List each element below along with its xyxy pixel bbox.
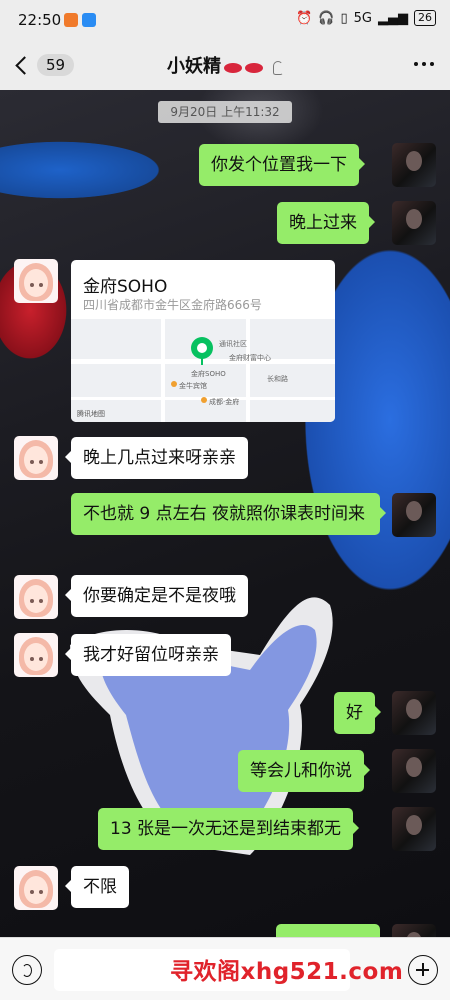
self-avatar[interactable]	[392, 749, 436, 793]
message-bubble-self[interactable]: 不也就 9 点左右 夜就照你课表时间来	[71, 493, 386, 535]
message-timestamp: 9月20日 上午11:32	[158, 101, 292, 123]
chat-header: 59 小妖精	[0, 40, 450, 90]
contact-avatar[interactable]	[14, 259, 58, 303]
message-bubble-other[interactable]: 晚上几点过来呀亲亲	[65, 437, 248, 479]
watermark-text: 寻欢阁xhg521.com	[170, 959, 404, 985]
contact-avatar[interactable]	[14, 866, 58, 910]
message-bubble-other[interactable]: 我才好留位呀亲亲	[65, 634, 231, 676]
location-pin-icon	[191, 337, 213, 359]
self-avatar[interactable]	[392, 143, 436, 187]
ear-icon	[273, 60, 283, 75]
location-address: 四川省成都市金牛区金府路666号	[83, 298, 262, 312]
more-dot	[422, 62, 426, 66]
chat-title: 小妖精	[167, 56, 221, 77]
contact-avatar[interactable]	[14, 633, 58, 677]
network-label: 5G	[353, 10, 372, 26]
map-label: 长和路	[267, 375, 288, 383]
chat-area[interactable]: 9月20日 上午11:32 你发个位置我一下 晚上过来 金府SOHO 四川省成都…	[0, 90, 450, 937]
map-logo: 腾讯地图	[77, 410, 105, 418]
message-bubble-self-partial[interactable]	[276, 924, 380, 937]
self-avatar[interactable]	[392, 691, 436, 735]
message-bubble-self[interactable]: 等会儿和你说	[238, 750, 370, 792]
message-bubble-self[interactable]: 你发个位置我一下	[199, 144, 365, 186]
message-bubble-other[interactable]: 不限	[65, 866, 129, 908]
cloud-notification-icon	[82, 13, 96, 27]
message-bubble-self[interactable]: 好	[334, 692, 381, 734]
plus-icon[interactable]	[408, 955, 438, 985]
more-dot	[414, 62, 418, 66]
status-indicators: ⏰ 🎧 ▯ 5G ▂▄▆ 26	[296, 10, 436, 26]
self-avatar[interactable]	[392, 924, 436, 937]
signal-icon: ▂▄▆	[378, 10, 408, 26]
app-notification-icon	[64, 13, 78, 27]
lips-emoji-icon	[224, 62, 242, 73]
message-bubble-self[interactable]: 晚上过来	[277, 202, 375, 244]
battery-icon: 26	[414, 10, 436, 26]
voice-icon[interactable]	[12, 955, 42, 985]
location-name: 金府SOHO	[83, 277, 168, 297]
more-button[interactable]	[414, 62, 434, 66]
self-avatar[interactable]	[392, 807, 436, 851]
location-card[interactable]: 金府SOHO 四川省成都市金牛区金府路666号 金府SOHO 通讯社区 金府财富…	[71, 260, 335, 422]
status-bar: 22:50 ⏰ 🎧 ▯ 5G ▂▄▆ 26	[0, 0, 450, 40]
title-wrap: 小妖精	[0, 52, 450, 78]
more-dot	[430, 62, 434, 66]
message-bubble-other[interactable]: 你要确定是不是夜哦	[65, 575, 248, 617]
self-avatar[interactable]	[392, 493, 436, 537]
alarm-icon: ⏰	[296, 10, 313, 26]
lips-emoji-icon	[245, 62, 263, 73]
contact-avatar[interactable]	[14, 436, 58, 480]
vibrate-icon: ▯	[340, 10, 348, 26]
map-label: 金府财富中心	[229, 354, 271, 362]
status-time: 22:50	[18, 11, 62, 29]
self-avatar[interactable]	[392, 201, 436, 245]
map-label: 金牛宾馆	[179, 382, 207, 390]
map-label: 金府SOHO	[191, 370, 226, 378]
message-bubble-self[interactable]: 13 张是一次无还是到结束都无	[98, 808, 360, 850]
map-label: 成都·金府	[209, 398, 240, 406]
location-map: 金府SOHO 通讯社区 金府财富中心 金牛宾馆 成都·金府 长和路 腾讯地图	[71, 319, 335, 422]
headphones-icon: 🎧	[318, 10, 335, 26]
contact-avatar[interactable]	[14, 575, 58, 619]
map-label: 通讯社区	[219, 340, 247, 348]
